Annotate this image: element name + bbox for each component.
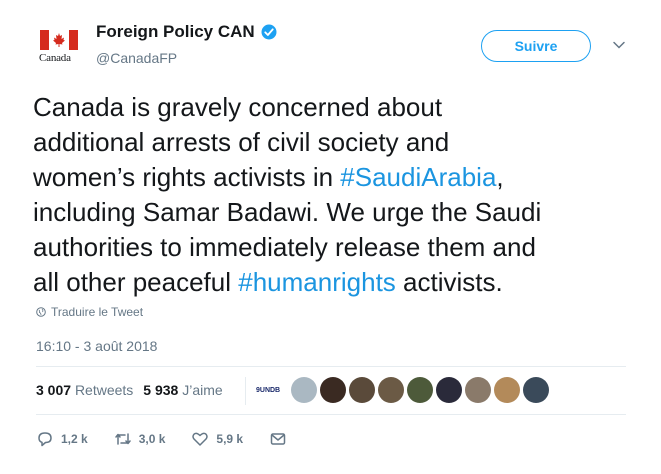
liker-logo[interactable]: 9UNDB (256, 380, 288, 400)
hashtag-link-humanrights[interactable]: #humanrights (238, 267, 396, 297)
retweet-icon (114, 433, 131, 445)
tweet-line-text: all other peaceful (33, 267, 239, 297)
tweet-line: authorities to immediately release them … (33, 232, 536, 262)
retweets-stat[interactable]: 3 007 Retweets (36, 382, 133, 398)
liker-avatar[interactable] (407, 377, 433, 403)
liker-avatar[interactable] (494, 377, 520, 403)
tweet-card: Canada Foreign Policy CAN @CanadaFP Suiv… (0, 0, 661, 474)
tweet-stats: 3 007 Retweets 5 938 J’aime (36, 382, 223, 398)
tweet-text: Canada is gravely concerned about additi… (33, 90, 633, 300)
account-handle[interactable]: @CanadaFP (96, 50, 177, 66)
retweet-button[interactable]: 3,0 k (114, 430, 166, 448)
tweet-line: additional arrests of civil society and (33, 127, 450, 157)
like-count: 5,9 k (216, 432, 244, 446)
tweet-actions: 1,2 k 3,0 k 5,9 k (36, 430, 313, 448)
account-name-text[interactable]: Foreign Policy CAN (96, 22, 255, 42)
reply-count: 1,2 k (61, 432, 88, 446)
translate-tweet-link[interactable]: Traduire le Tweet (36, 305, 143, 319)
liker-avatar[interactable] (378, 377, 404, 403)
tweet-line-text: , (496, 162, 504, 192)
tweet-line-text: women’s rights activists in (33, 162, 341, 192)
liker-avatar[interactable] (465, 377, 491, 403)
follow-button[interactable]: Suivre (481, 30, 591, 62)
chevron-down-icon[interactable] (612, 38, 626, 52)
divider (36, 366, 626, 367)
envelope-icon (270, 433, 286, 445)
tweet-line: including Samar Badawi. We urge the Saud… (33, 197, 542, 227)
retweet-count: 3,0 k (138, 432, 166, 446)
tweet-line: Canada is gravely concerned about (33, 92, 443, 122)
liker-avatar[interactable] (320, 377, 346, 403)
reply-icon (38, 432, 52, 447)
canada-wordmark: Canada (39, 52, 71, 64)
stats-divider (245, 377, 246, 405)
tweet-line-text: activists. (395, 267, 503, 297)
divider (36, 414, 626, 415)
liker-avatar[interactable] (436, 377, 462, 403)
liker-avatar[interactable] (523, 377, 549, 403)
translate-label[interactable]: Traduire le Tweet (51, 305, 143, 319)
heart-icon (192, 432, 209, 446)
tweet-line: women’s rights activists in #SaudiArabia… (33, 160, 633, 195)
liker-avatar[interactable] (349, 377, 375, 403)
like-button[interactable]: 5,9 k (191, 430, 243, 448)
reply-button[interactable]: 1,2 k (36, 430, 88, 448)
canada-flag-icon (40, 30, 78, 50)
direct-message-button[interactable] (269, 430, 287, 448)
verified-badge-icon (261, 24, 277, 40)
tweet-timestamp[interactable]: 16:10 - 3 août 2018 (36, 338, 157, 354)
canada-logo-avatar[interactable]: Canada (36, 24, 80, 68)
hashtag-link-saudiarabia[interactable]: #SaudiArabia (340, 162, 496, 192)
likes-stat[interactable]: 5 938 J’aime (143, 382, 222, 398)
account-name[interactable]: Foreign Policy CAN (96, 22, 278, 42)
globe-icon (36, 307, 46, 317)
tweet-line: all other peaceful #humanrights activist… (33, 265, 633, 300)
liker-avatar[interactable] (291, 377, 317, 403)
likers-avatars: 9UNDB (256, 377, 549, 403)
